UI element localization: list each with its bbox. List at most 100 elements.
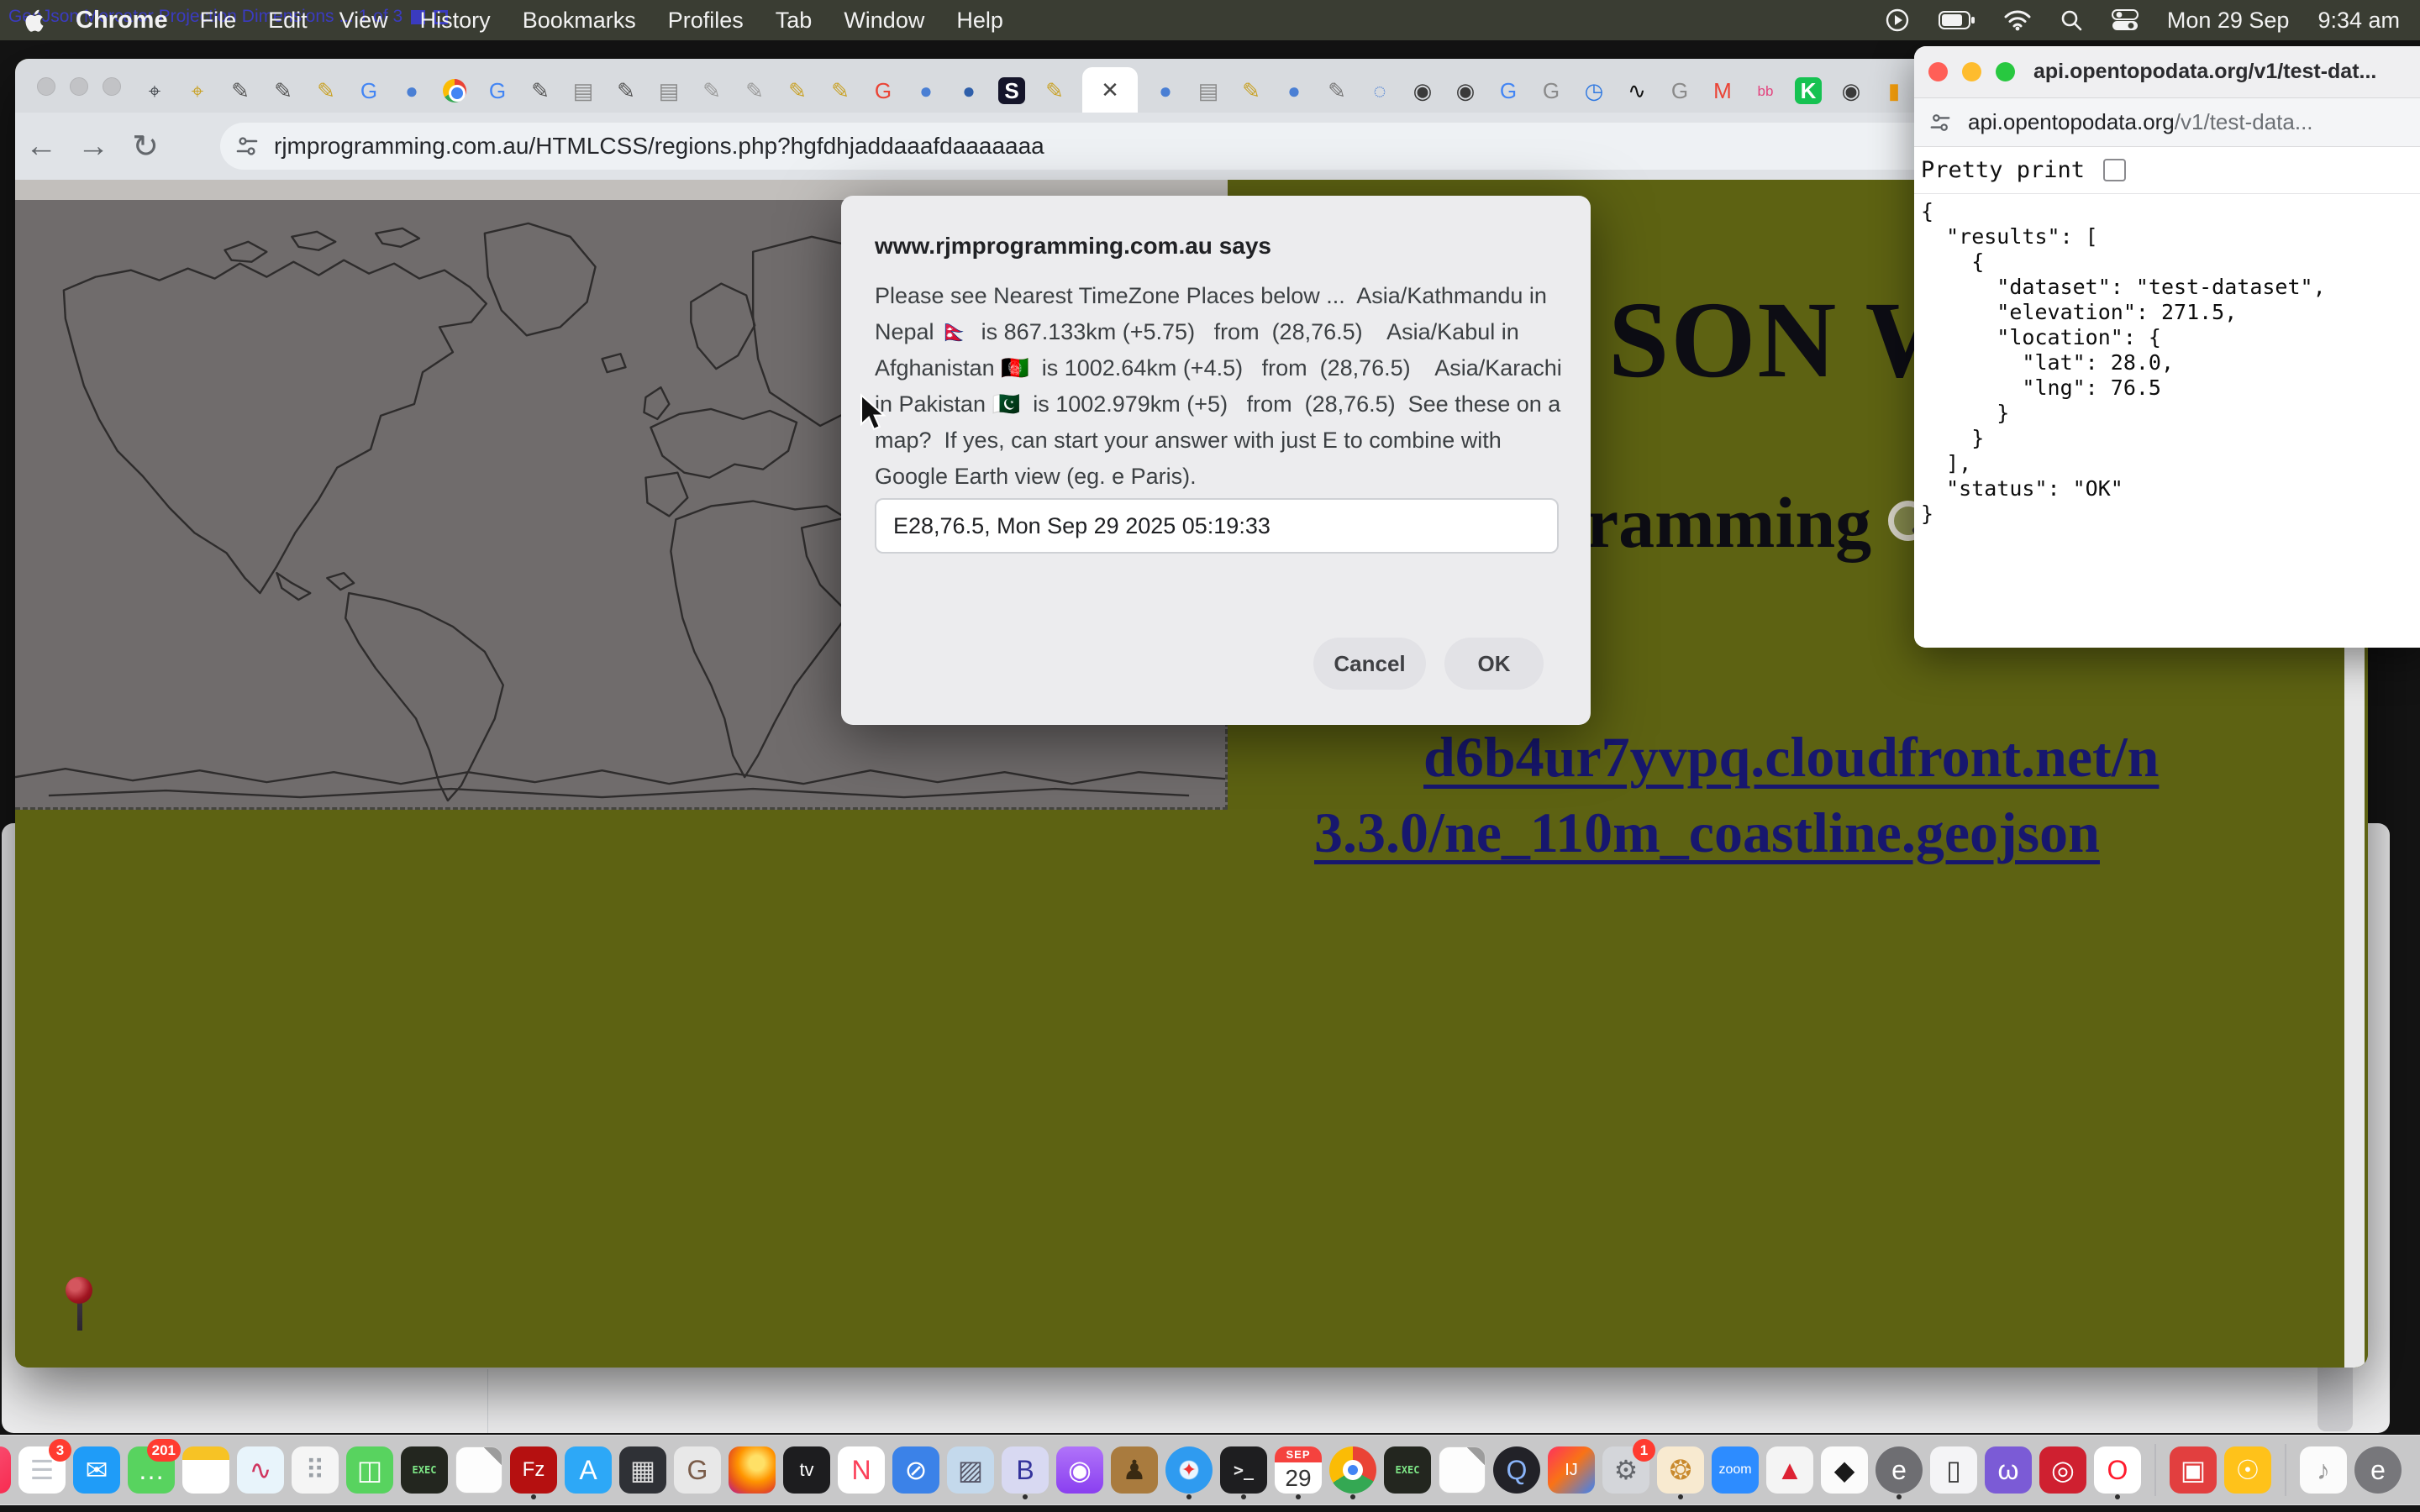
- dock-firefox[interactable]: [728, 1441, 776, 1499]
- minimize-window-button[interactable]: [70, 77, 88, 96]
- dock-music[interactable]: ♫: [0, 1441, 12, 1499]
- dock-settings[interactable]: ⚙1: [1602, 1441, 1650, 1499]
- json-minimize-button[interactable]: [1962, 62, 1981, 81]
- dock-lightbulb[interactable]: ☉: [2223, 1441, 2272, 1499]
- dock-postgres-mini[interactable]: e: [2354, 1441, 2402, 1499]
- tab-history-clock[interactable]: ◷: [1579, 69, 1609, 113]
- menu-item-bookmarks[interactable]: Bookmarks: [523, 8, 636, 34]
- menu-item-file[interactable]: File: [200, 8, 237, 34]
- tab-pencil-12[interactable]: ✎: [1322, 69, 1352, 113]
- tab-kayo[interactable]: K: [1793, 69, 1823, 113]
- json-close-button[interactable]: [1928, 62, 1948, 81]
- cancel-button[interactable]: Cancel: [1313, 638, 1426, 690]
- tab-pencil-3[interactable]: ✎: [311, 69, 341, 113]
- geojson-link-line1[interactable]: d6b4ur7yvpq.cloudfront.net/n: [1423, 724, 2159, 790]
- dialog-input[interactable]: [875, 498, 1559, 554]
- dock-cmake[interactable]: ▲: [1765, 1441, 1814, 1499]
- tab-s-dark[interactable]: S: [997, 69, 1027, 113]
- tab-sphere-5[interactable]: ●: [1279, 69, 1309, 113]
- tab-active[interactable]: ✕: [1082, 67, 1138, 113]
- menu-item-profiles[interactable]: Profiles: [668, 8, 744, 34]
- tab-google-gray-2[interactable]: G: [1665, 69, 1695, 113]
- tab-sphere-4[interactable]: ●: [1150, 69, 1181, 113]
- dock-exec-2[interactable]: EXEC: [1383, 1441, 1432, 1499]
- map-pin-icon[interactable]: [66, 1277, 94, 1336]
- dock-facetime[interactable]: ◫: [345, 1441, 394, 1499]
- dock-filezilla[interactable]: Fz: [509, 1441, 558, 1499]
- apple-menu-icon[interactable]: [24, 8, 44, 32]
- menu-item-window[interactable]: Window: [844, 8, 924, 34]
- back-icon[interactable]: ←: [15, 129, 67, 165]
- menu-item-help[interactable]: Help: [956, 8, 1003, 34]
- tab-doc-3[interactable]: ▤: [1193, 69, 1223, 113]
- dock-roulette[interactable]: ◎: [2039, 1441, 2087, 1499]
- tab-google-3[interactable]: G: [1493, 69, 1523, 113]
- dock-chrome[interactable]: [1328, 1441, 1377, 1499]
- dock-intellij[interactable]: IJ: [1547, 1441, 1596, 1499]
- menu-item-chrome[interactable]: Chrome: [76, 7, 168, 34]
- tab-chrome-tab[interactable]: [439, 69, 470, 113]
- menu-item-view[interactable]: View: [339, 8, 388, 34]
- dock-libreoffice-2[interactable]: [1438, 1441, 1486, 1499]
- close-window-button[interactable]: [37, 77, 55, 96]
- tab-gmail[interactable]: M: [1707, 69, 1738, 113]
- tab-doc-2[interactable]: ▤: [654, 69, 684, 113]
- battery-icon[interactable]: [1939, 10, 1975, 30]
- dock-podcasts[interactable]: ◉: [1055, 1441, 1104, 1499]
- wifi-icon[interactable]: [2004, 9, 2031, 31]
- tab-chrome-dark-1[interactable]: ◉: [1407, 69, 1438, 113]
- geojson-link-line2[interactable]: 3.3.0/ne_110m_coastline.geojson: [1314, 800, 2100, 866]
- dock-libreoffice-1[interactable]: [455, 1441, 503, 1499]
- menu-item-tab[interactable]: Tab: [776, 8, 813, 34]
- dock-palette[interactable]: ❂: [1656, 1441, 1705, 1499]
- close-tab-icon[interactable]: ✕: [1101, 77, 1119, 103]
- pretty-print-checkbox[interactable]: [2103, 159, 2126, 181]
- tab-sphere-3[interactable]: ●: [954, 69, 984, 113]
- dock-cat-game[interactable]: ω: [1984, 1441, 2033, 1499]
- forward-icon[interactable]: →: [67, 129, 119, 165]
- dock-safari[interactable]: ✦: [1165, 1441, 1213, 1499]
- dock-exec-1[interactable]: EXEC: [400, 1441, 449, 1499]
- dock-gimp[interactable]: G: [673, 1441, 722, 1499]
- dock-freeform[interactable]: ∿: [236, 1441, 285, 1499]
- tab-pencil-2[interactable]: ✎: [268, 69, 298, 113]
- dock-iphone[interactable]: ▯: [1929, 1441, 1978, 1499]
- dock-terminal[interactable]: >_: [1219, 1441, 1268, 1499]
- tab-google-gray-1[interactable]: G: [1536, 69, 1566, 113]
- dock-bbedit[interactable]: B: [1001, 1441, 1050, 1499]
- dock-calendar[interactable]: SEP29: [1274, 1441, 1323, 1499]
- dock-screenshots[interactable]: ▨: [946, 1441, 995, 1499]
- control-center-icon[interactable]: [2112, 8, 2139, 32]
- dock-calculator[interactable]: ▦: [618, 1441, 667, 1499]
- tab-britbox[interactable]: bb: [1750, 69, 1781, 113]
- dock-quicktime[interactable]: Q: [1492, 1441, 1541, 1499]
- tab-pencil-5[interactable]: ✎: [611, 69, 641, 113]
- dock-postgres[interactable]: e: [1875, 1441, 1923, 1499]
- json-site-settings-icon[interactable]: [1929, 112, 1951, 134]
- reload-icon[interactable]: ↻: [119, 128, 171, 165]
- dock-news[interactable]: N: [837, 1441, 886, 1499]
- tab-pencil-9[interactable]: ✎: [825, 69, 855, 113]
- tab-compass-1[interactable]: ⌖: [139, 69, 170, 113]
- dock-mail[interactable]: ✉: [72, 1441, 121, 1499]
- tab-dashed-circle[interactable]: ◌: [1365, 69, 1395, 113]
- url-text[interactable]: rjmprogramming.com.au/HTMLCSS/regions.ph…: [274, 133, 1044, 160]
- tab-doc-1[interactable]: ▤: [568, 69, 598, 113]
- tab-google-1[interactable]: G: [354, 69, 384, 113]
- dock-appletv[interactable]: tv: [782, 1441, 831, 1499]
- tab-chrome-dark-3[interactable]: ◉: [1836, 69, 1866, 113]
- zoom-window-button[interactable]: [103, 77, 121, 96]
- tab-abc[interactable]: ∿: [1622, 69, 1652, 113]
- dock-launchpad[interactable]: ⠿: [291, 1441, 339, 1499]
- dock-appstore[interactable]: A: [564, 1441, 613, 1499]
- menu-date[interactable]: Mon 29 Sep: [2167, 8, 2290, 34]
- site-settings-icon[interactable]: [235, 134, 259, 158]
- dock-music-file[interactable]: ♪: [2299, 1441, 2348, 1499]
- tab-sphere-1[interactable]: ●: [397, 69, 427, 113]
- tab-sphere-2[interactable]: ●: [911, 69, 941, 113]
- dock-messages[interactable]: …201: [127, 1441, 176, 1499]
- dock-utility-brown[interactable]: ♟: [1110, 1441, 1159, 1499]
- tab-orange-cut[interactable]: ▮: [1879, 69, 1909, 113]
- tab-pencil-11[interactable]: ✎: [1236, 69, 1266, 113]
- tab-pencil-4[interactable]: ✎: [525, 69, 555, 113]
